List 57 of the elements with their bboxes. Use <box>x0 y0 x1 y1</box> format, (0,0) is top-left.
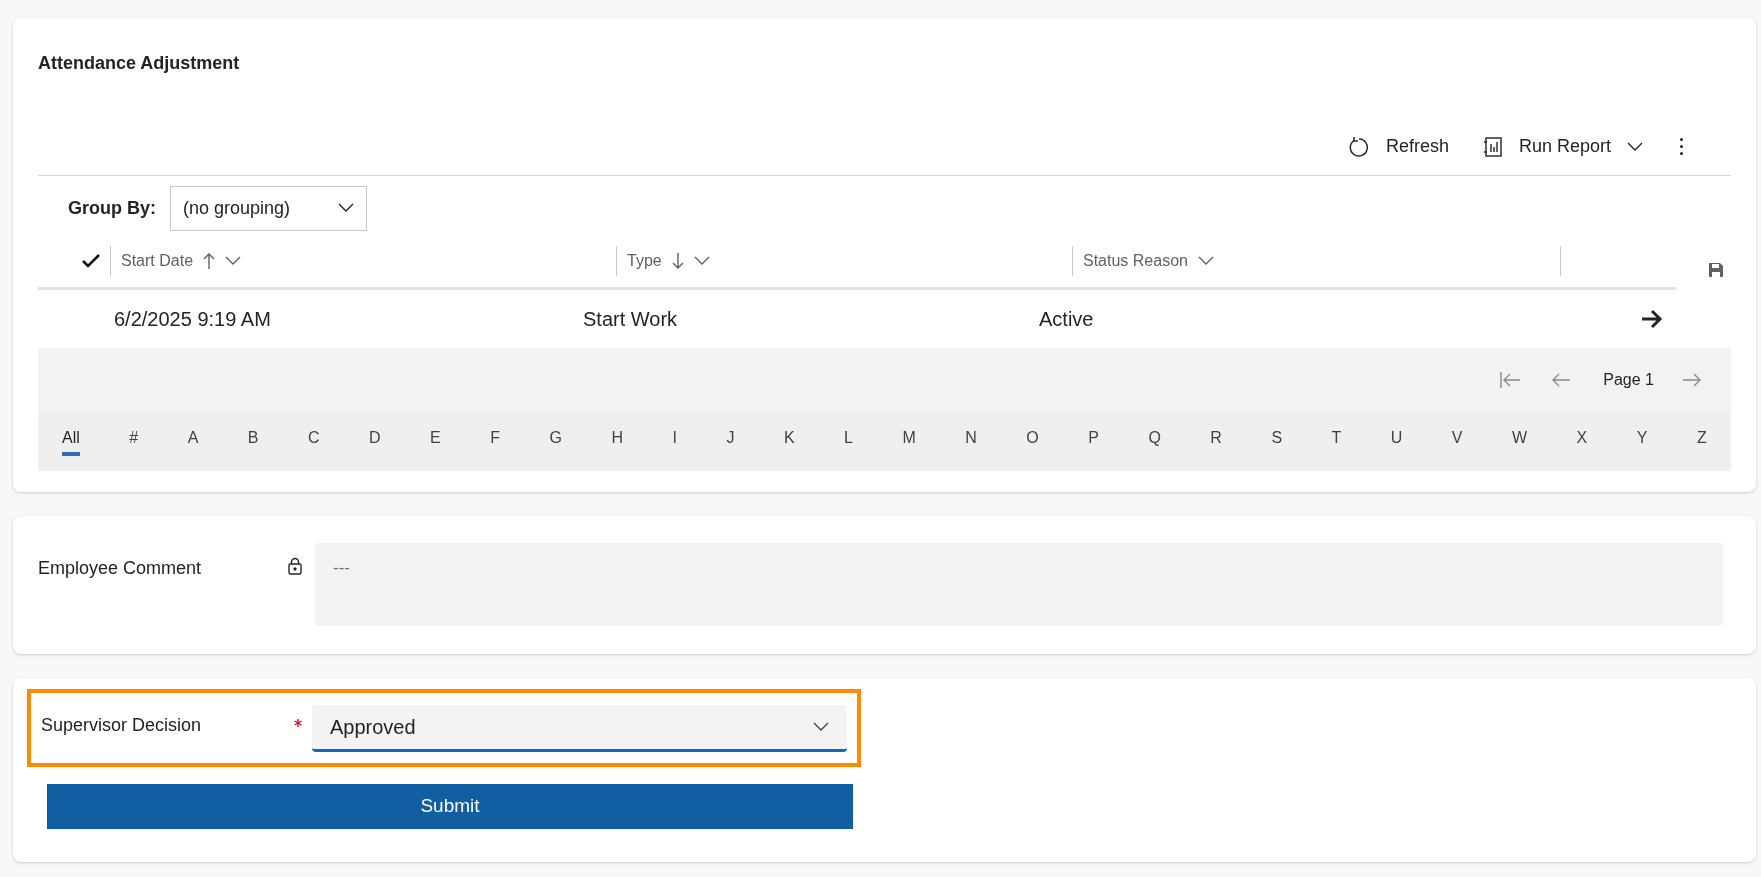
letter-filter[interactable]: B <box>247 426 259 456</box>
letter-filter[interactable]: Z <box>1696 426 1707 456</box>
letter-filter[interactable]: R <box>1210 426 1222 456</box>
letter-filter[interactable]: K <box>783 426 795 456</box>
save-icon <box>1708 262 1724 278</box>
letter-filter[interactable]: I <box>672 426 677 456</box>
first-page-icon <box>1499 370 1522 389</box>
chevron-down-icon <box>693 255 710 266</box>
chevron-down-icon <box>1627 141 1643 152</box>
letter-filter[interactable]: J <box>726 426 735 456</box>
letter-filter[interactable]: # <box>129 426 139 456</box>
letter-filter[interactable]: Y <box>1636 426 1648 456</box>
group-by-dropdown[interactable]: (no grouping) <box>170 185 367 231</box>
letter-filter[interactable]: C <box>307 426 320 456</box>
letter-filter[interactable]: E <box>430 426 441 456</box>
letter-filter[interactable]: P <box>1088 426 1099 456</box>
letter-filter[interactable]: H <box>611 426 623 456</box>
column-header[interactable]: Status Reason <box>1083 248 1214 273</box>
refresh-button[interactable]: Refresh <box>1341 126 1455 167</box>
chevron-down-icon <box>338 203 354 213</box>
letter-filter[interactable]: A <box>187 426 199 456</box>
letter-filter[interactable]: N <box>965 426 977 456</box>
column-header[interactable]: Start Date <box>121 248 242 273</box>
letter-filter[interactable]: W <box>1512 426 1528 456</box>
group-by-label: Group By: <box>68 196 156 220</box>
letter-filter[interactable]: S <box>1271 426 1283 456</box>
table-cell-text: Start Work <box>582 307 679 332</box>
column-header[interactable]: Type <box>627 248 710 273</box>
letter-filter[interactable]: M <box>902 426 916 456</box>
arrow-right-icon <box>1640 309 1664 329</box>
letter-filter[interactable]: V <box>1451 426 1463 456</box>
card-title: Attendance Adjustment <box>38 52 241 75</box>
report-icon <box>1482 135 1503 158</box>
letter-filter[interactable]: All <box>62 426 80 456</box>
letter-filter[interactable]: Q <box>1148 426 1161 456</box>
decision-dropdown[interactable]: Approved <box>312 704 847 752</box>
comment-field[interactable]: --- <box>315 543 1723 626</box>
table-cell-text: 6/2/2025 9:19 AM <box>113 307 272 332</box>
letter-filter[interactable]: L <box>844 426 853 456</box>
run-report-button[interactable]: Run Report <box>1476 126 1649 167</box>
letter-filter[interactable]: G <box>549 426 562 456</box>
field-label: Employee Comment <box>38 557 203 580</box>
letter-filter[interactable]: X <box>1576 426 1588 456</box>
refresh-icon <box>1347 135 1370 158</box>
page-number: Page 1 <box>1603 369 1654 390</box>
letter-filter[interactable]: U <box>1390 426 1403 456</box>
chevron-down-icon <box>1197 255 1214 266</box>
submit-button[interactable]: Submit <box>47 784 853 829</box>
letter-filter[interactable]: T <box>1331 426 1342 456</box>
letter-filter[interactable]: O <box>1026 426 1039 456</box>
checkmark-icon <box>82 253 100 268</box>
letter-filter[interactable]: F <box>490 426 500 456</box>
table-cell-text: Active <box>1038 307 1095 332</box>
chevron-down-icon <box>813 721 829 732</box>
field-label: Supervisor Decision <box>41 713 203 737</box>
letter-filter[interactable]: D <box>369 426 381 456</box>
chevron-down-icon <box>225 255 242 266</box>
